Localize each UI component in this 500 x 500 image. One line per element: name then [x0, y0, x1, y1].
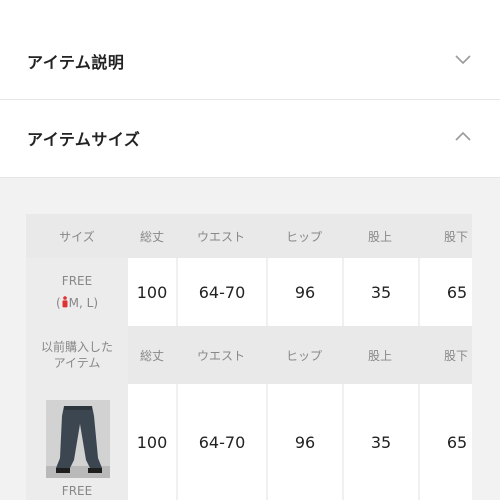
- accordion-item-size[interactable]: アイテムサイズ: [0, 100, 500, 178]
- prev-column-hip: ヒップ: [266, 326, 342, 384]
- previous-section-edge: [0, 0, 500, 21]
- size-note: (M, L): [55, 296, 99, 310]
- accordion-title-description: アイテム説明: [27, 53, 125, 72]
- column-header-inseam: 股下: [418, 214, 472, 258]
- prev-value-inseam: 65: [418, 384, 472, 500]
- value-inseam: 65: [418, 258, 472, 326]
- person-icon: [61, 296, 69, 310]
- prev-value-rise: 35: [342, 384, 418, 500]
- prev-value-hip: 96: [266, 384, 342, 500]
- previous-item-size: FREE: [61, 484, 93, 498]
- column-header-waist: ウエスト: [176, 214, 266, 258]
- chevron-down-icon[interactable]: [453, 52, 473, 66]
- value-length: 100: [128, 258, 176, 326]
- prev-column-rise: 股上: [342, 326, 418, 384]
- size-label-cell: FREE (M, L): [26, 258, 128, 326]
- product-thumbnail[interactable]: [46, 400, 110, 478]
- prev-value-length: 100: [128, 384, 176, 500]
- prev-value-waist: 64-70: [176, 384, 266, 500]
- value-waist: 64-70: [176, 258, 266, 326]
- value-hip: 96: [266, 258, 342, 326]
- size-name: FREE: [61, 274, 93, 288]
- size-table: サイズ 総丈 ウエスト ヒップ 股上 股下 FREE (M, L) 100 64…: [26, 214, 472, 500]
- accordion-title-size: アイテムサイズ: [27, 130, 141, 149]
- prev-column-inseam: 股下: [418, 326, 472, 384]
- column-header-hip: ヒップ: [266, 214, 342, 258]
- prev-column-waist: ウエスト: [176, 326, 266, 384]
- previous-item-label: 以前購入した アイテム: [26, 326, 128, 384]
- prev-column-length: 総丈: [128, 326, 176, 384]
- chevron-up-icon[interactable]: [453, 129, 473, 143]
- accordion-item-description[interactable]: アイテム説明: [0, 20, 500, 100]
- column-header-rise: 股上: [342, 214, 418, 258]
- column-header-length: 総丈: [128, 214, 176, 258]
- column-header-size: サイズ: [26, 214, 128, 258]
- value-rise: 35: [342, 258, 418, 326]
